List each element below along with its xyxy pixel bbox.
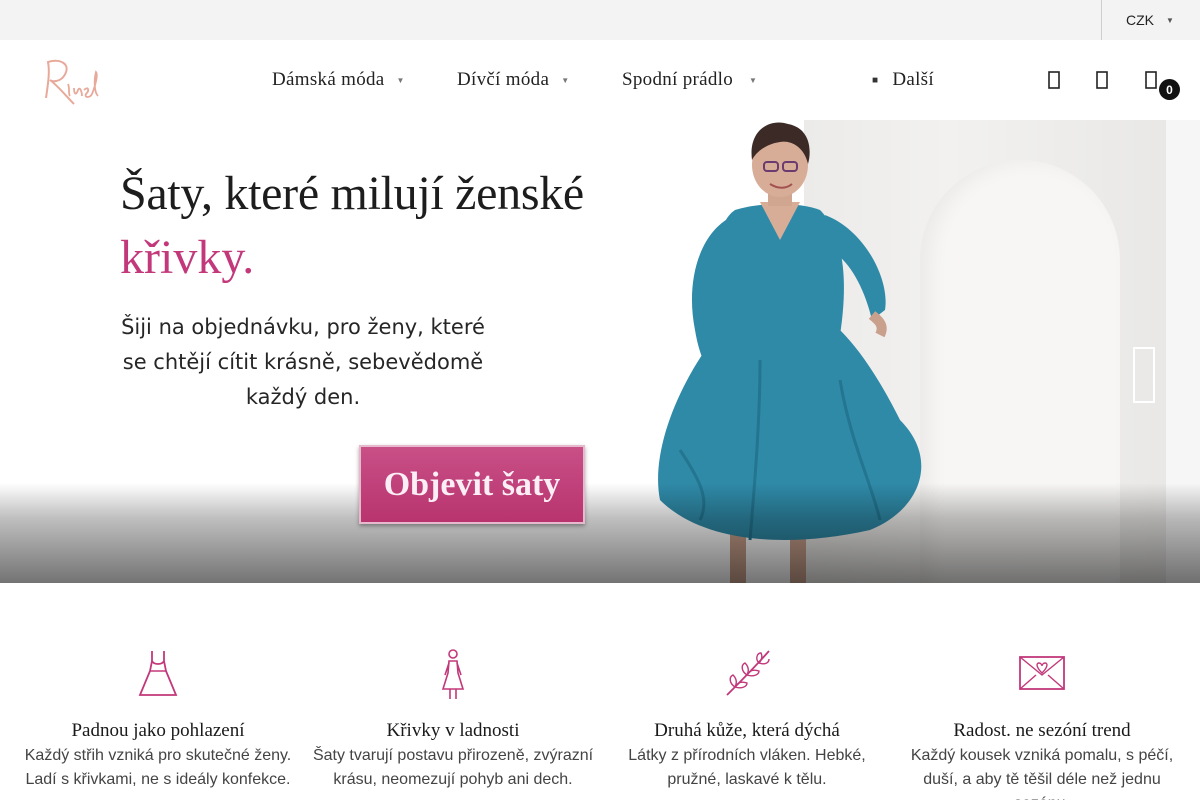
logo[interactable]: [38, 54, 104, 110]
feature-text: Šaty tvarují postavu přirozeně, zvýrazní…: [312, 747, 594, 788]
nav-label: Spodní prádlo: [622, 69, 734, 90]
envelope-heart-icon: [1019, 656, 1065, 690]
search-icon-svg: [1096, 71, 1108, 89]
features-section: Padnou jako pohlazení Každý střih vzniká…: [0, 583, 1200, 800]
nav-item-divci-moda[interactable]: Dívčí móda ▼: [457, 40, 569, 120]
feature-title: Padnou jako pohlazení: [71, 720, 245, 741]
feature-title: Křivky v ladnosti: [386, 720, 520, 741]
chevron-down-icon: ▼: [561, 75, 570, 85]
currency-label: CZK: [1126, 12, 1154, 28]
woman-figure-icon: [441, 649, 465, 699]
nav-label: Další: [892, 69, 934, 90]
nav-item-dalsi[interactable]: ■ Další: [872, 40, 934, 120]
chevron-down-icon: ▼: [396, 75, 405, 85]
chevron-down-icon: ▼: [1166, 15, 1174, 25]
user-icon[interactable]: [1039, 40, 1069, 120]
carousel-prev-button[interactable]: [37, 330, 77, 420]
hero-title-accent: křivky.: [120, 231, 255, 284]
site-header: Dámská móda ▼ Dívčí móda ▼ Spodní prádlo…: [0, 40, 1200, 120]
top-bar: CZK ▼: [0, 0, 1200, 40]
leaf-icon: [726, 650, 770, 696]
feature-text: Látky z přírodních vláken. Hebké, pružné…: [628, 747, 866, 788]
logo-mark: [45, 59, 99, 105]
feature-text: Každý kousek vzniká pomalu, s péčí, duší…: [910, 747, 1174, 800]
hero-bottom-shade: [0, 483, 1200, 583]
cart-count-badge[interactable]: 0: [1159, 79, 1180, 100]
feature-text: Každý střih vzniká pro skutečné ženy. La…: [24, 747, 292, 788]
dress-icon: [138, 651, 178, 696]
chevron-down-icon: ▼: [749, 75, 758, 85]
menu-icon: ■: [872, 74, 879, 86]
currency-selector[interactable]: CZK ▼: [1101, 0, 1200, 40]
discover-dresses-button[interactable]: Objevit šaty: [359, 445, 585, 524]
hero-subtitle: Šiji na objednávku, pro ženy, které se c…: [121, 315, 485, 409]
carousel-next-button[interactable]: [1124, 330, 1164, 420]
chevron-right-icon: [1133, 347, 1155, 403]
nav-item-damska-moda[interactable]: Dámská móda ▼: [272, 40, 405, 120]
hero-title: Šaty, které milují ženské: [120, 167, 584, 220]
user-icon-svg: [1048, 71, 1060, 89]
chevron-left-icon: [46, 347, 68, 403]
feature-title: Druhá kůže, která dýchá: [654, 720, 840, 741]
nav-item-spodni-pradlo[interactable]: Spodní prádlo ▼: [622, 40, 757, 120]
nav-label: Dámská móda: [272, 69, 385, 90]
search-icon[interactable]: [1087, 40, 1117, 120]
hero-banner: Šaty, které milují ženské křivky. Šiji n…: [0, 120, 1200, 583]
cart-icon-svg: [1145, 71, 1157, 89]
nav-label: Dívčí móda: [457, 69, 550, 90]
cart-icon[interactable]: [1136, 40, 1166, 120]
feature-title: Radost. ne sezóní trend: [953, 720, 1131, 741]
